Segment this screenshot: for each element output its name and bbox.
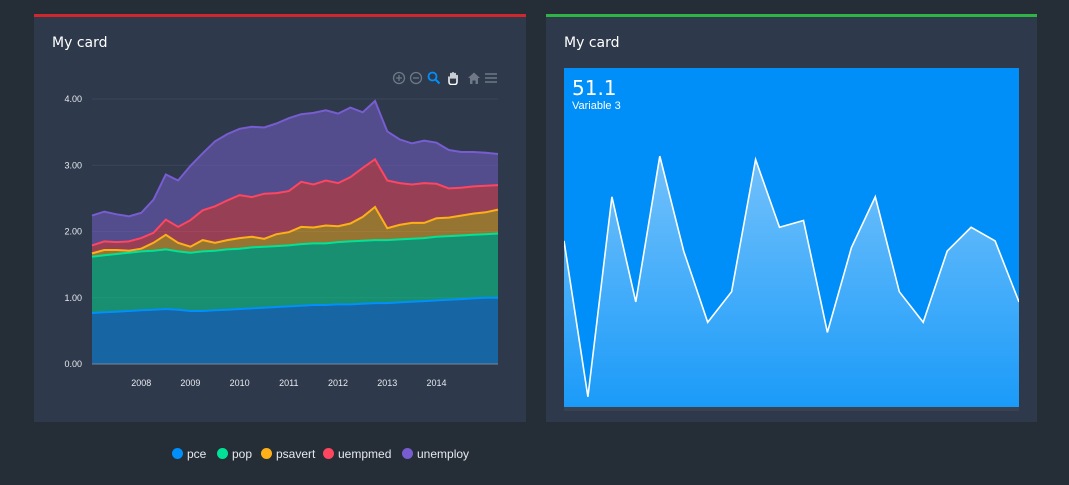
- x-tick-label: 2013: [377, 378, 397, 388]
- legend-label: uempmed: [338, 447, 392, 461]
- legend-label: pce: [187, 447, 207, 461]
- sparkline-panel: 51.1 Variable 3: [564, 68, 1019, 411]
- y-tick-label: 1.00: [64, 293, 82, 303]
- sparkline-chart: [564, 155, 1019, 411]
- legend-item-unemploy[interactable]: unemploy: [402, 447, 469, 461]
- chart-toolbar: [392, 71, 502, 85]
- legend-label: psavert: [276, 447, 316, 461]
- sparkline-card: My card 51.1 Variable 3: [546, 14, 1037, 422]
- legend-item-pce[interactable]: pce: [172, 447, 206, 461]
- legend-label: pop: [232, 447, 253, 461]
- sparkline-baseline: [564, 407, 1019, 411]
- y-tick-label: 0.00: [64, 359, 82, 369]
- area-chart-card: My card 0.00 1.00 2.00 3.00 4.00 2008 2009 2010…: [34, 14, 526, 422]
- x-tick-label: 2010: [230, 378, 250, 388]
- x-tick-label: 2012: [328, 378, 348, 388]
- legend-marker: [323, 448, 334, 459]
- legend-marker: [217, 448, 228, 459]
- x-tick-label: 2011: [279, 378, 298, 388]
- selection-zoom-icon[interactable]: [427, 71, 441, 85]
- y-tick-label: 4.00: [64, 94, 82, 104]
- legend-label: unemploy: [417, 447, 470, 461]
- legend-item-psavert[interactable]: psavert: [261, 447, 315, 461]
- card-title: My card: [564, 35, 620, 51]
- y-tick-label: 2.00: [64, 227, 82, 237]
- legend-item-pop[interactable]: pop: [217, 447, 252, 461]
- x-tick-label: 2009: [180, 378, 200, 388]
- x-tick-label: 2014: [426, 378, 446, 388]
- y-tick-label: 3.00: [64, 160, 82, 170]
- menu-icon[interactable]: [484, 71, 498, 85]
- sparkline-value: 51.1: [572, 76, 617, 100]
- x-tick-label: 2008: [131, 378, 151, 388]
- pan-icon[interactable]: [446, 71, 460, 85]
- legend-marker: [261, 448, 272, 459]
- legend-marker: [402, 448, 413, 459]
- zoom-out-icon[interactable]: [409, 71, 423, 85]
- reset-zoom-icon[interactable]: [467, 71, 481, 85]
- legend-item-uempmed[interactable]: uempmed: [323, 447, 391, 461]
- zoom-in-icon[interactable]: [392, 71, 406, 85]
- legend-marker: [172, 448, 183, 459]
- sparkline-label: Variable 3: [572, 100, 621, 112]
